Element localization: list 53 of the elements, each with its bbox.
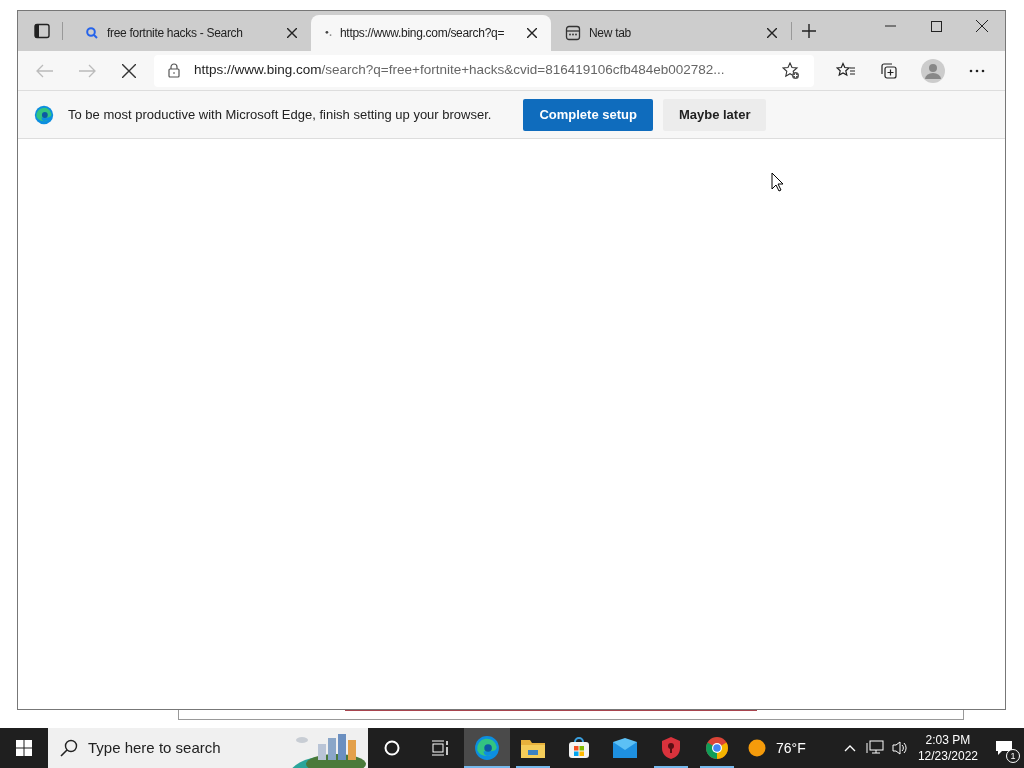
address-bar[interactable]: https://www.bing.com/search?q=free+fortnite+hacks&cvid=816419106cfb484eb002782... <box>154 54 814 87</box>
tab-title: New tab <box>589 25 632 42</box>
notifications-button[interactable]: 1 <box>984 728 1024 768</box>
clock[interactable]: 2:03 PM 12/23/2022 <box>911 732 984 764</box>
tab-title: free fortnite hacks - Search <box>107 25 244 42</box>
browser-tab[interactable]: free fortnite hacks - Search <box>71 15 311 51</box>
circle-icon <box>384 740 400 756</box>
chevron-up-icon[interactable] <box>843 744 856 752</box>
close-icon[interactable] <box>767 28 777 38</box>
message-icon <box>995 740 1013 756</box>
taskbar-search-field[interactable]: Type here to search <box>48 728 368 768</box>
tab-title: https://www.bing.com/search?q= <box>340 25 506 42</box>
profile-icon[interactable] <box>921 58 946 83</box>
tab-actions-icon[interactable] <box>34 23 50 39</box>
time: 2:03 PM <box>925 732 971 748</box>
collections-icon[interactable] <box>879 61 898 80</box>
more-icon[interactable] <box>969 68 986 73</box>
plus-icon <box>802 24 816 38</box>
search-icon <box>60 739 78 757</box>
chrome-icon <box>705 736 729 760</box>
close-icon <box>976 20 988 32</box>
close-icon[interactable] <box>527 28 537 38</box>
edge-icon <box>474 735 500 761</box>
complete-setup-button[interactable]: Complete setup <box>523 98 653 131</box>
infobar-message: To be most productive with Microsoft Edge, finish setting up your browser. <box>68 105 492 124</box>
date: 12/23/2022 <box>917 748 978 764</box>
newtab-icon <box>565 25 581 41</box>
edge-icon <box>34 104 54 125</box>
browser-tab[interactable]: New tab <box>551 15 791 51</box>
minimize-icon <box>884 25 896 27</box>
weather-temperature[interactable]: 76°F <box>776 737 806 759</box>
close-icon[interactable] <box>287 28 297 38</box>
maybe-later-button[interactable]: Maybe later <box>662 98 767 131</box>
lock-icon <box>168 63 180 78</box>
mail-icon <box>612 737 638 759</box>
store-icon <box>567 736 591 760</box>
search-input[interactable]: Type here to search <box>88 736 278 760</box>
loading-icon <box>325 30 332 36</box>
mouse-cursor-icon <box>771 172 784 192</box>
browser-tab[interactable]: https://www.bing.com/search?q= <box>311 15 551 51</box>
task-view-icon <box>431 740 449 756</box>
speaker-icon[interactable] <box>891 740 908 756</box>
stop-icon[interactable] <box>122 63 136 78</box>
sun-icon <box>748 739 766 757</box>
folder-icon <box>520 737 546 759</box>
add-favorite-icon[interactable] <box>782 61 800 80</box>
url-text: https://www.bing.com/search?q=free+fortnite+hacks&cvid=816419106cfb484eb002782... <box>194 61 726 80</box>
windows-icon <box>16 740 32 756</box>
network-icon[interactable] <box>865 740 884 756</box>
search-icon <box>85 26 99 40</box>
shield-icon <box>660 736 682 760</box>
notification-count: 1 <box>1006 749 1020 763</box>
maximize-icon <box>930 20 942 32</box>
